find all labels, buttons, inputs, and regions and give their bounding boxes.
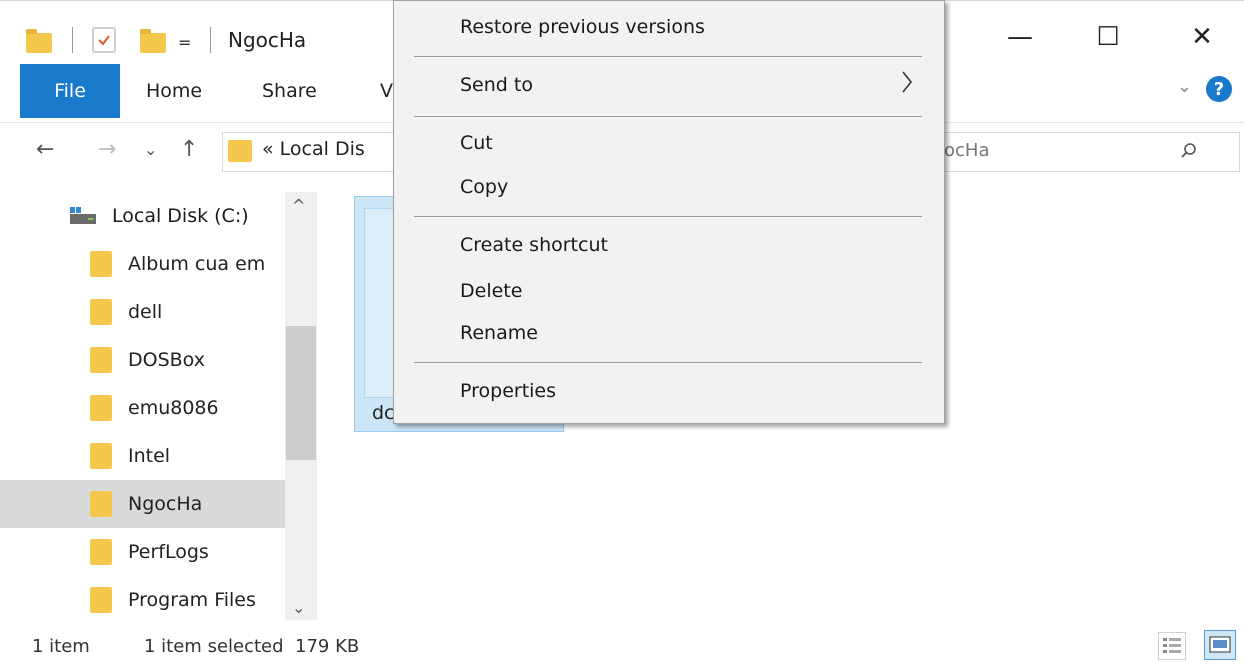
window-title: NgocHa [228,28,307,52]
menu-item-create-shortcut[interactable]: Create shortcut [460,234,608,256]
menu-separator [414,116,922,117]
folder-icon [26,29,52,53]
nav-item-dell[interactable]: dell [0,288,285,336]
nav-scroll-thumb[interactable] [286,326,316,460]
nav-item-emu8086[interactable]: emu8086 [0,384,285,432]
status-item-count: 1 item [32,636,90,657]
toolbar-separator [72,27,73,53]
menu-item-restore-previous-versions[interactable]: Restore previous versions [460,16,705,38]
properties-icon[interactable] [92,27,116,53]
back-button[interactable]: ← [36,126,54,172]
nav-item-intel[interactable]: Intel [0,432,285,480]
expand-ribbon-chevron-icon[interactable]: ⌄ [1177,76,1192,97]
folder-icon [90,347,112,373]
folder-icon [90,539,112,565]
status-selection-info: 1 item selected 179 KB [144,636,360,657]
nav-item-label: dell [128,301,163,323]
drive-icon [68,205,98,227]
folder-icon [90,587,112,613]
help-icon[interactable]: ? [1206,76,1232,102]
toolbar-separator [210,27,211,53]
nav-item-label: emu8086 [128,397,219,419]
nav-item-local-disk[interactable]: Local Disk (C:) [0,192,249,240]
menu-separator [414,56,922,57]
forward-button[interactable]: → [98,126,116,172]
large-icons-view-icon[interactable] [1204,630,1236,660]
nav-item-label: Album cua em [128,253,266,275]
submenu-chevron-right-icon [902,71,913,93]
menu-item-rename[interactable]: Rename [460,322,538,344]
recent-locations-button[interactable]: ⌄ [144,126,157,172]
scroll-down-icon[interactable]: ⌄ [292,598,305,617]
address-path[interactable]: « Local Dis [262,138,365,160]
nav-item-perflogs[interactable]: PerfLogs [0,528,285,576]
minimize-button[interactable]: — [998,20,1042,54]
folder-icon [228,140,252,162]
file-name: dc [372,402,395,424]
menu-separator [414,216,922,217]
menu-item-properties[interactable]: Properties [460,380,556,402]
tab-file[interactable]: File [20,64,120,118]
maximize-button[interactable]: ☐ [1086,20,1130,54]
details-view-icon[interactable] [1158,632,1186,660]
folder-icon [90,299,112,325]
folder-icon [90,491,112,517]
scroll-up-icon[interactable]: ^ [292,196,305,215]
nav-item-label: NgocHa [128,493,203,515]
search-placeholder: ocHa [944,140,990,161]
nav-item-label: Intel [128,445,171,467]
nav-item-program-files[interactable]: Program Files [0,576,285,624]
menu-item-copy[interactable]: Copy [460,176,508,198]
menu-item-delete[interactable]: Delete [460,280,522,302]
nav-item-label: Program Files [128,589,256,611]
nav-item-dosbox[interactable]: DOSBox [0,336,285,384]
close-button[interactable]: ✕ [1180,20,1224,54]
customize-quick-access-dropdown[interactable]: = [178,33,191,52]
nav-item-label: Local Disk (C:) [112,205,249,227]
context-menu [393,0,945,424]
folder-icon [90,251,112,277]
tab-home[interactable]: Home [146,64,202,118]
nav-item-album-cua-em[interactable]: Album cua em [0,240,285,288]
search-icon[interactable] [1180,142,1198,160]
menu-item-send-to[interactable]: Send to [460,74,533,96]
up-button[interactable]: ↑ [180,126,198,172]
nav-item-ngocha[interactable]: NgocHa [0,480,285,528]
folder-icon [90,443,112,469]
nav-item-label: PerfLogs [128,541,209,563]
nav-item-label: DOSBox [128,349,205,371]
folder-icon [90,395,112,421]
new-folder-icon[interactable] [140,29,166,53]
tab-share[interactable]: Share [262,64,317,118]
menu-item-cut[interactable]: Cut [460,132,493,154]
tab-view[interactable]: V [380,64,393,118]
menu-separator [414,362,922,363]
